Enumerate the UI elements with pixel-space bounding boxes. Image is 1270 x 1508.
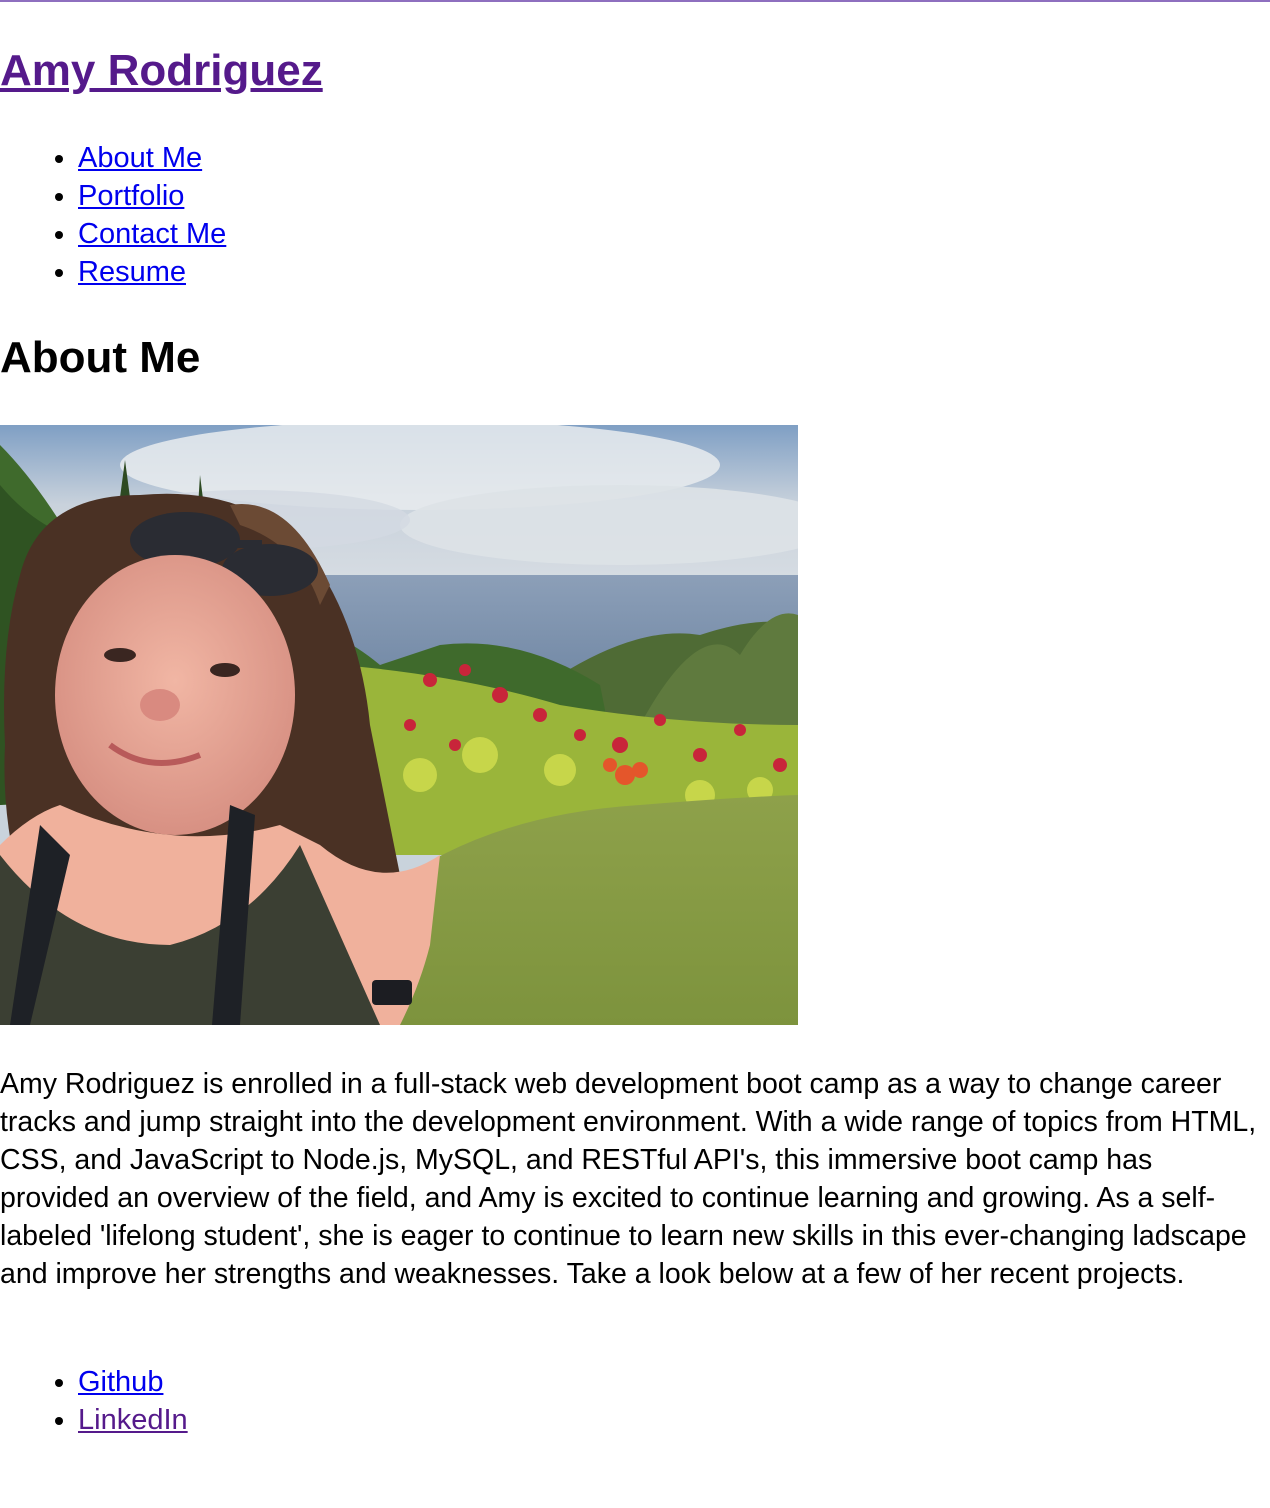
linkedin-link[interactable]: LinkedIn [78,1404,188,1436]
social-item-github: Github [78,1363,978,1401]
nav-item-contact: Contact Me [78,215,978,253]
profile-photo [0,425,798,1025]
nav-link-contact-me[interactable]: Contact Me [78,218,226,250]
github-link[interactable]: Github [78,1366,163,1398]
social-item-linkedin: LinkedIn [78,1401,978,1439]
social-links: Github LinkedIn [0,1363,978,1439]
nav-item-resume: Resume [78,253,978,291]
nav-item-about: About Me [78,139,978,177]
main-nav: About Me Portfolio Contact Me Resume [0,139,978,291]
nav-link-portfolio[interactable]: Portfolio [78,180,184,212]
nav-link-resume[interactable]: Resume [78,256,186,288]
nav-link-about-me[interactable]: About Me [78,142,202,174]
bio-paragraph: Amy Rodriguez is enrolled in a full-stac… [0,1068,1257,1290]
site-title: Amy Rodriguez [0,44,323,98]
nav-item-portfolio: Portfolio [78,177,978,215]
section-title: About Me [0,333,201,382]
top-border [0,0,1270,2]
site-title-link[interactable]: Amy Rodriguez [0,46,323,95]
